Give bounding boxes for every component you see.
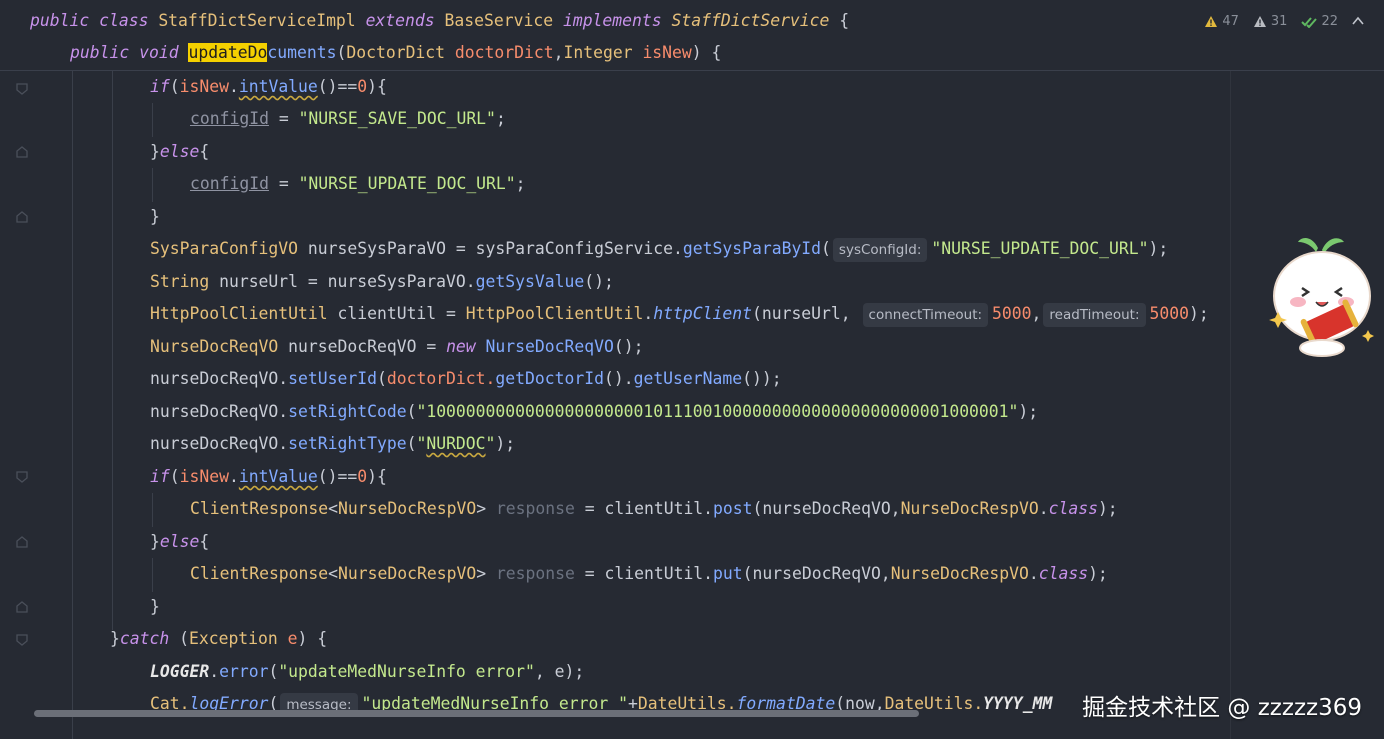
fold-end-icon[interactable]: [16, 211, 28, 223]
parameter-hint: sysConfigId:: [832, 237, 928, 262]
mascot-sticker-icon: [1269, 238, 1374, 357]
editor-gutter[interactable]: [0, 0, 40, 739]
code-line[interactable]: }catch (Exception e) {: [110, 623, 327, 655]
weak-warning-icon: [1253, 15, 1266, 27]
fold-marker-icon[interactable]: [16, 634, 28, 646]
weak-warnings-indicator[interactable]: 31: [1253, 14, 1287, 29]
warnings-indicator[interactable]: 47: [1204, 14, 1239, 29]
code-line[interactable]: nurseDocReqVO.setRightType("NURDOC");: [150, 428, 515, 460]
watermark: 掘金技术社区 @ zzzzz369: [1082, 695, 1362, 721]
code-line[interactable]: NurseDocReqVO nurseDocReqVO = new NurseD…: [150, 331, 643, 363]
code-line[interactable]: ClientResponse<NurseDocRespVO> response …: [190, 558, 1108, 590]
code-line[interactable]: if(isNew.intValue()==0){: [150, 71, 387, 103]
code-line[interactable]: HttpPoolClientUtil clientUtil = HttpPool…: [150, 298, 1209, 330]
code-line[interactable]: }else{: [150, 526, 209, 558]
code-line[interactable]: }else{: [150, 136, 209, 168]
indent-guide: [152, 493, 153, 527]
parameter-hint: connectTimeout:: [862, 302, 989, 327]
typos-indicator[interactable]: 22: [1301, 14, 1338, 29]
indent-guide: [152, 103, 153, 137]
code-line[interactable]: configId = "NURSE_SAVE_DOC_URL";: [190, 103, 506, 135]
sticky-class-line[interactable]: public class StaffDictServiceImpl extend…: [30, 5, 849, 37]
double-check-icon: [1301, 16, 1318, 28]
indent-guide: [152, 558, 153, 592]
code-line[interactable]: SysParaConfigVO nurseSysParaVO = sysPara…: [150, 233, 1168, 265]
code-line[interactable]: ClientResponse<NurseDocRespVO> response …: [190, 493, 1118, 525]
inspection-widget[interactable]: 47 31 22: [1204, 10, 1364, 32]
code-editor[interactable]: public class StaffDictServiceImpl extend…: [0, 0, 1384, 739]
code-line[interactable]: }: [150, 201, 160, 233]
code-line[interactable]: nurseDocReqVO.setRightCode("100000000000…: [150, 396, 1038, 428]
sticky-method-line[interactable]: public void updateDocuments(DoctorDict d…: [70, 37, 721, 69]
indent-guide: [72, 70, 73, 739]
code-line[interactable]: }: [150, 591, 160, 623]
code-line[interactable]: configId = "NURSE_UPDATE_DOC_URL";: [190, 168, 526, 200]
fold-marker-icon[interactable]: [16, 83, 28, 95]
sticky-scroll-header[interactable]: public class StaffDictServiceImpl extend…: [0, 0, 1384, 71]
parameter-hint: readTimeout:: [1043, 302, 1146, 327]
indent-guide: [152, 168, 153, 202]
code-line[interactable]: String nurseUrl = nurseSysParaVO.getSysV…: [150, 266, 614, 298]
right-margin-line: [1230, 70, 1231, 739]
search-highlight: updateDo: [188, 43, 268, 62]
chevron-up-icon[interactable]: [1352, 16, 1364, 26]
fold-marker-icon[interactable]: [16, 471, 28, 483]
fold-end-icon[interactable]: [16, 146, 28, 158]
fold-end-icon[interactable]: [16, 536, 28, 548]
code-line[interactable]: nurseDocReqVO.setUserId(doctorDict.getDo…: [150, 363, 782, 395]
code-line[interactable]: if(isNew.intValue()==0){: [150, 461, 387, 493]
indent-guide: [112, 70, 113, 630]
fold-end-icon[interactable]: [16, 601, 28, 613]
warning-icon: [1205, 15, 1218, 27]
code-line[interactable]: LOGGER.error("updateMedNurseInfo error",…: [150, 656, 584, 688]
horizontal-scrollbar[interactable]: [34, 710, 919, 717]
